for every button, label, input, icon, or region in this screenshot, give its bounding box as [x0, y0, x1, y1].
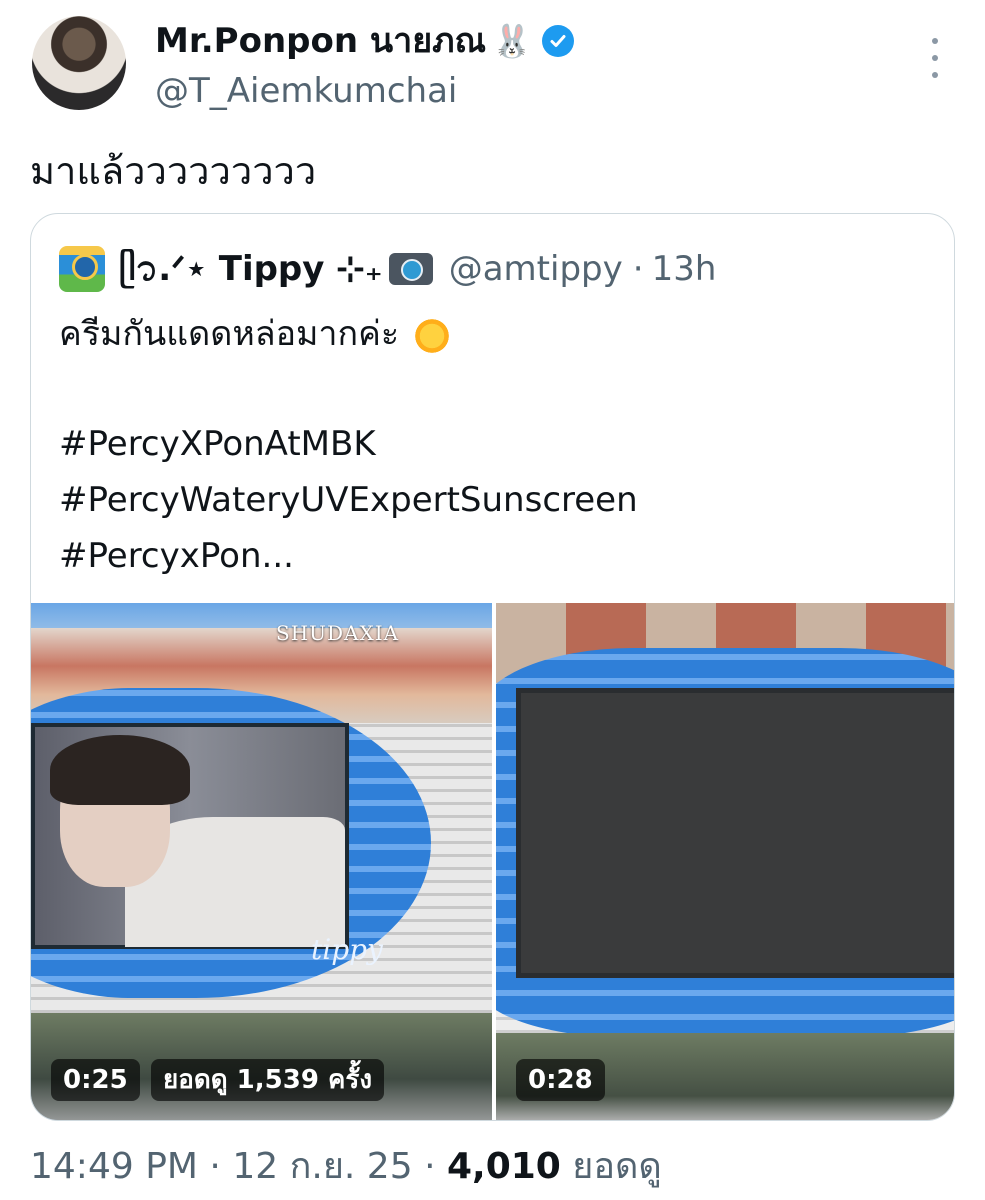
author-name-text: Mr.Ponpon นายภณ	[155, 21, 487, 61]
more-options-icon[interactable]	[920, 38, 950, 78]
separator-dot: ·	[632, 249, 644, 289]
hashtag-link[interactable]: #PercyXPonAtMBK	[59, 422, 376, 466]
billboard-screen	[31, 723, 349, 949]
billboard-screen-off	[516, 688, 954, 978]
sun-emoji	[413, 316, 452, 355]
separator-dot: ·	[424, 1146, 436, 1187]
watermark: tippy	[311, 933, 383, 966]
video-duration-badge: 0:25	[51, 1059, 140, 1101]
tweet-time[interactable]: 14:49 PM	[30, 1146, 198, 1187]
dot	[932, 72, 938, 78]
views-count: 4,010	[446, 1146, 561, 1187]
dot	[932, 38, 938, 44]
video-thumbnail-1[interactable]: SHUDAXIA tippy 0:25 ยอดดู 1,539 ครั้ง	[31, 603, 492, 1120]
quoted-header: ᥫ᭡.ᐟ⋆ Tippy ⊹₊ @amtippy · 13h	[59, 246, 716, 292]
hashtag-link[interactable]: #PercyxPon...	[59, 534, 294, 578]
tweet-text: มาแล้ววววววววว	[30, 149, 317, 193]
separator-dot: ·	[209, 1146, 221, 1187]
dot	[932, 55, 938, 61]
quoted-tweet-card[interactable]: ᥫ᭡.ᐟ⋆ Tippy ⊹₊ @amtippy · 13h ครีมกันแดด…	[30, 213, 955, 1121]
camera-emoji	[388, 253, 433, 285]
tweet-meta: 14:49 PM · 12 ก.ย. 25 · 4,010 ยอดดู	[30, 1143, 662, 1191]
video-duration-badge: 0:28	[516, 1059, 605, 1101]
author-avatar[interactable]	[32, 16, 126, 110]
author-handle[interactable]: @T_Aiemkumchai	[155, 70, 457, 112]
video-thumbnail-2[interactable]: 0:28	[496, 603, 954, 1120]
video-views-badge: ยอดดู 1,539 ครั้ง	[151, 1059, 385, 1101]
store-sign: SHUDAXIA	[276, 621, 400, 645]
author-display-name[interactable]: Mr.Ponpon นายภณ 🐰	[155, 20, 574, 62]
person-hair	[50, 735, 190, 805]
tweet-date[interactable]: 12 ก.ย. 25	[232, 1146, 412, 1187]
rabbit-emoji: 🐰	[492, 22, 532, 60]
quoted-text-line: ครีมกันแดดหล่อมากค่ะ	[59, 312, 452, 356]
verified-badge-icon[interactable]	[541, 25, 574, 57]
quoted-line-text: ครีมกันแดดหล่อมากค่ะ	[59, 314, 400, 354]
quoted-author-name[interactable]: ᥫ᭡.ᐟ⋆ Tippy ⊹₊	[119, 247, 383, 291]
views-label: ยอดดู	[572, 1146, 662, 1187]
hashtag-link[interactable]: #PercyWateryUVExpertSunscreen	[59, 478, 638, 522]
island-emoji-avatar[interactable]	[59, 246, 105, 292]
quoted-age[interactable]: 13h	[652, 247, 717, 291]
quoted-handle[interactable]: @amtippy	[449, 247, 623, 291]
